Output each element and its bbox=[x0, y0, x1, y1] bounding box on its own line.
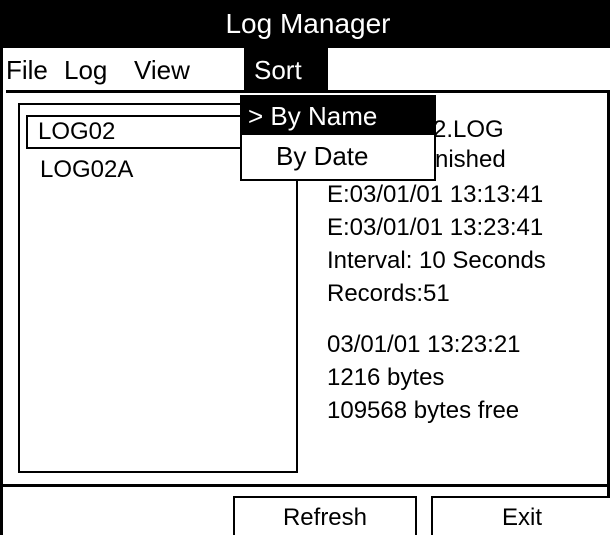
sort-by-date-option[interactable]: By Date bbox=[242, 137, 434, 175]
footer-divider bbox=[3, 484, 610, 487]
menu-log[interactable]: Log bbox=[64, 48, 112, 90]
free-space: 109568 bytes free bbox=[327, 397, 520, 424]
log-list-item-log02a[interactable]: LOG02A bbox=[34, 153, 133, 187]
menu-sort[interactable]: Sort bbox=[244, 48, 328, 90]
refresh-button[interactable]: Refresh bbox=[233, 496, 417, 535]
log-name: 2.LOG bbox=[433, 116, 504, 143]
log-end-time: E:03/01/01 13:23:41 bbox=[327, 214, 544, 241]
sort-by-name-option[interactable]: > By Name bbox=[242, 97, 434, 135]
menu-file[interactable]: File bbox=[6, 48, 50, 90]
log-records: Records:51 bbox=[327, 280, 450, 307]
log-size: 1216 bytes bbox=[327, 364, 445, 391]
log-manager-window: Log Manager File Log View Sort LOG02 LOG… bbox=[0, 0, 610, 535]
sort-dropdown: > By Name By Date bbox=[240, 95, 436, 181]
menu-bar: File Log View Sort bbox=[6, 48, 610, 93]
exit-button[interactable]: Exit bbox=[431, 496, 610, 535]
log-interval: Interval: 10 Seconds bbox=[327, 247, 546, 274]
window-title: Log Manager bbox=[3, 0, 610, 48]
menu-view[interactable]: View bbox=[134, 48, 204, 90]
log-date-time: 03/01/01 13:23:21 bbox=[327, 331, 521, 358]
log-start-time: E:03/01/01 13:13:41 bbox=[327, 181, 544, 208]
log-status: nished bbox=[435, 146, 506, 173]
